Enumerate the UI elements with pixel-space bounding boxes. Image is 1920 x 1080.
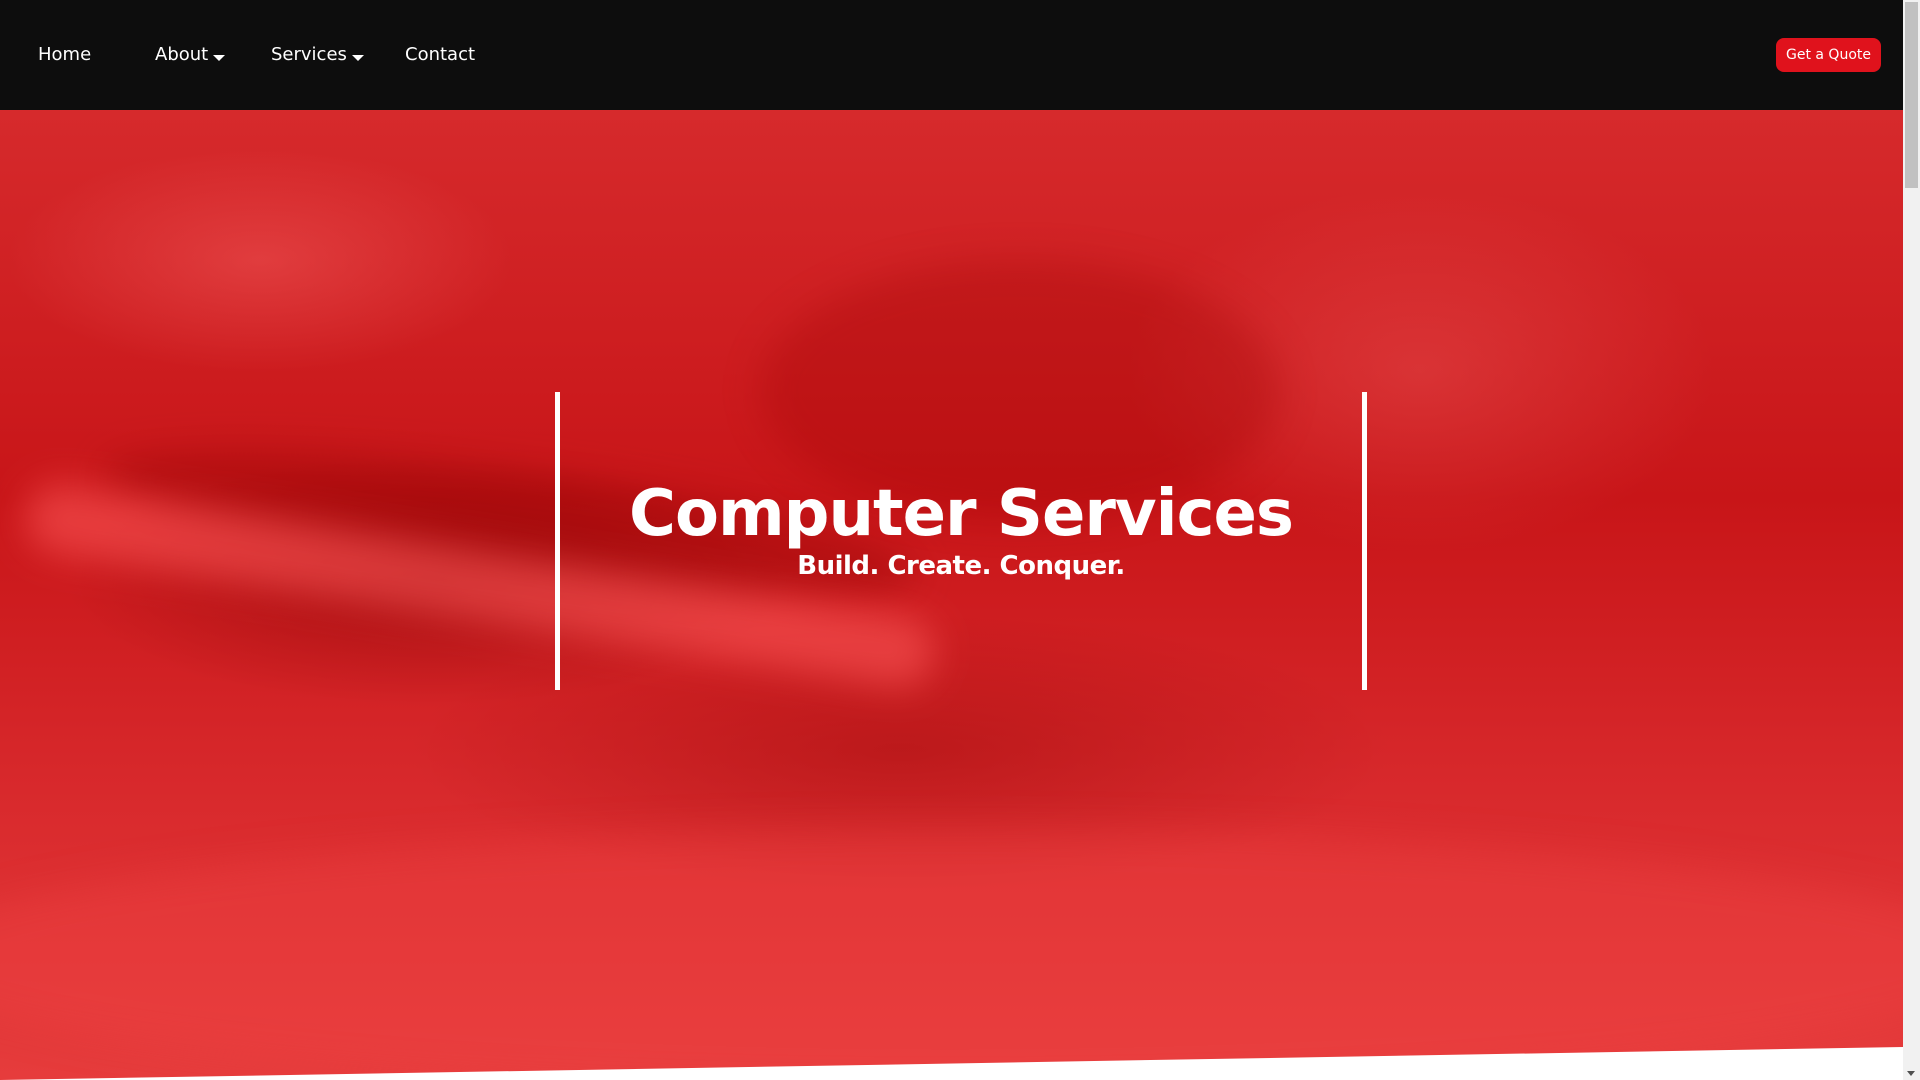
caret-down-icon — [351, 55, 364, 61]
nav-home-label: Home — [38, 44, 92, 65]
caret-down-icon — [213, 55, 226, 61]
get-a-quote-button[interactable]: Get a Quote — [1776, 38, 1881, 72]
nav-services-label: Services — [271, 44, 347, 65]
top-navigation-bar: Home About Services Contact Get a Quote — [0, 0, 1903, 110]
hero-text-frame: Computer Services Build. Create. Conquer… — [555, 392, 1367, 690]
hero-bottom-diagonal — [0, 1047, 1903, 1080]
hero-section: Computer Services Build. Create. Conquer… — [0, 110, 1903, 1080]
nav-contact-link[interactable]: Contact — [405, 41, 475, 69]
scrollbar-thumb[interactable] — [1905, 2, 1918, 188]
hero-title: Computer Services — [629, 477, 1294, 551]
nav-services-link[interactable]: Services — [271, 41, 364, 69]
nav-contact-label: Contact — [405, 44, 476, 65]
page: Home About Services Contact Get a Quote … — [0, 0, 1920, 1080]
nav-home-link[interactable]: Home — [38, 41, 91, 69]
nav-about-link[interactable]: About — [155, 41, 226, 69]
hero-subtitle: Build. Create. Conquer. — [797, 551, 1125, 581]
page-scrollbar[interactable] — [1903, 0, 1920, 1080]
scroll-down-arrow-icon[interactable] — [1907, 1071, 1915, 1076]
nav-about-label: About — [155, 44, 209, 65]
